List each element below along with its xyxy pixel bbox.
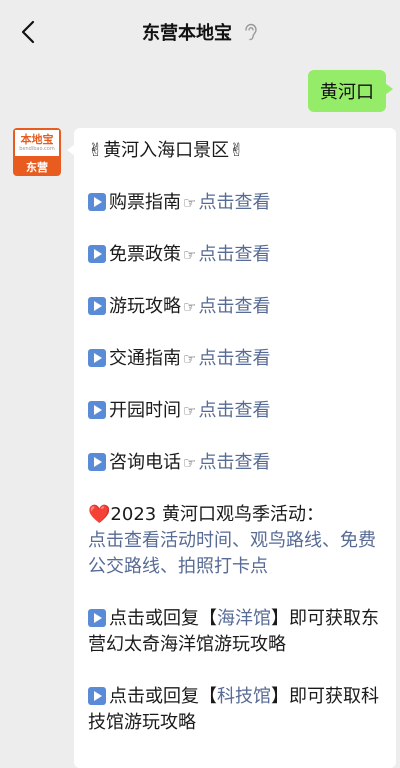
view-link[interactable]: 点击查看 xyxy=(198,192,270,213)
event-title: 2023 黄河口观鸟季活动： xyxy=(110,504,324,525)
heart-icon: ❤️ xyxy=(88,504,111,525)
list-item: 开园时间 ☞ 点击查看 xyxy=(88,398,384,424)
list-item: 购票指南 ☞ 点击查看 xyxy=(88,190,384,216)
list-item: 交通指南 ☞ 点击查看 xyxy=(88,346,384,372)
list-item: 免票政策 ☞ 点击查看 xyxy=(88,242,384,268)
ear-icon xyxy=(245,23,257,41)
play-button-icon xyxy=(88,687,106,705)
victory-hand-icon: ✌ xyxy=(88,140,104,161)
view-link[interactable]: 点击查看 xyxy=(198,400,270,421)
reply-bubble: ✌黄河入海口景区✌ 购票指南 ☞ 点击查看 免票政策 ☞ 点击查看 游玩攻略 ☞ 点击查看 … xyxy=(67,128,396,768)
ocean-keyword-link[interactable]: 海洋馆 xyxy=(217,608,271,629)
top-bar: 东营本地宝 xyxy=(0,0,400,64)
avatar-city: 东营 xyxy=(26,161,48,174)
ocean-block: 点击或回复【海洋馆】即可获取东营幻太奇海洋馆游玩攻略 xyxy=(88,608,379,655)
avatar-logo-url: bendibao.com xyxy=(19,146,55,152)
user-message-bubble[interactable]: 黄河口 xyxy=(308,70,393,112)
play-button-icon xyxy=(88,453,106,471)
play-button-icon xyxy=(88,401,106,419)
view-link[interactable]: 点击查看 xyxy=(198,452,270,473)
play-button-icon xyxy=(88,349,106,367)
play-button-icon xyxy=(88,609,106,627)
chat-title: 东营本地宝 xyxy=(142,23,232,44)
list-item: 游玩攻略 ☞ 点击查看 xyxy=(88,294,384,320)
pointing-hand-icon: ☞ xyxy=(183,194,197,212)
tech-keyword-link[interactable]: 科技馆 xyxy=(217,686,271,707)
pointing-hand-icon: ☞ xyxy=(183,402,197,420)
event-block: ❤️2023 黄河口观鸟季活动： 点击查看活动时间、观鸟路线、免费公交路线、拍照… xyxy=(88,502,384,580)
view-link[interactable]: 点击查看 xyxy=(198,244,270,265)
avatar-logo-text: 本地宝 xyxy=(20,133,54,146)
victory-hand-icon: ✌ xyxy=(229,140,245,161)
event-link[interactable]: 点击查看活动时间、观鸟路线、免费公交路线、拍照打卡点 xyxy=(88,530,376,577)
pointing-hand-icon: ☞ xyxy=(183,454,197,472)
pointing-hand-icon: ☞ xyxy=(183,298,197,316)
play-button-icon xyxy=(88,193,106,211)
pointing-hand-icon: ☞ xyxy=(183,350,197,368)
view-link[interactable]: 点击查看 xyxy=(198,348,270,369)
list-item: 咨询电话 ☞ 点击查看 xyxy=(88,450,384,476)
avatar[interactable]: 本地宝 bendibao.com 东营 xyxy=(13,128,61,176)
play-button-icon xyxy=(88,297,106,315)
tech-block: 点击或回复【科技馆】即可获取科技馆游玩攻略 xyxy=(88,686,379,733)
back-chevron-icon[interactable] xyxy=(14,18,42,46)
play-button-icon xyxy=(88,245,106,263)
reply-heading: ✌黄河入海口景区✌ xyxy=(88,140,245,161)
user-message: 黄河口 xyxy=(308,70,393,112)
view-link[interactable]: 点击查看 xyxy=(198,296,270,317)
pointing-hand-icon: ☞ xyxy=(183,246,197,264)
